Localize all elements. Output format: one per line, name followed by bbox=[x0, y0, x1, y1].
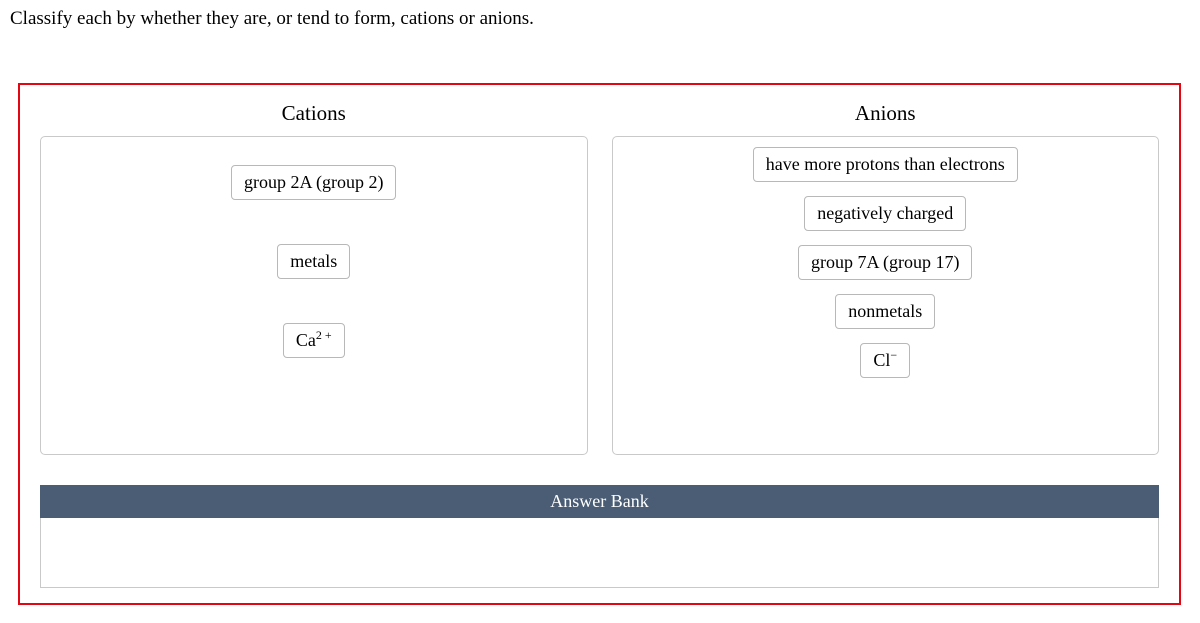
chip-nonmetals[interactable]: nonmetals bbox=[835, 294, 935, 329]
answer-bank-title: Answer Bank bbox=[40, 485, 1159, 518]
cations-title: Cations bbox=[282, 101, 346, 126]
chip-metals[interactable]: metals bbox=[277, 244, 350, 279]
classification-container: Cations group 2A (group 2) metals Ca2 + … bbox=[18, 83, 1181, 605]
anions-column: Anions have more protons than electrons … bbox=[612, 101, 1160, 455]
chip-more-protons[interactable]: have more protons than electrons bbox=[753, 147, 1018, 182]
anions-title: Anions bbox=[855, 101, 916, 126]
cations-dropzone[interactable]: group 2A (group 2) metals Ca2 + bbox=[40, 136, 588, 455]
chip-cl-minus[interactable]: Cl− bbox=[860, 343, 910, 378]
cations-column: Cations group 2A (group 2) metals Ca2 + bbox=[40, 101, 588, 455]
chip-group-7a[interactable]: group 7A (group 17) bbox=[798, 245, 972, 280]
chip-ca2plus[interactable]: Ca2 + bbox=[283, 323, 345, 358]
chip-group-2a[interactable]: group 2A (group 2) bbox=[231, 165, 396, 200]
answer-bank-dropzone[interactable] bbox=[40, 518, 1159, 588]
answer-bank: Answer Bank bbox=[40, 485, 1159, 588]
anions-dropzone[interactable]: have more protons than electrons negativ… bbox=[612, 136, 1160, 455]
chip-negatively-charged[interactable]: negatively charged bbox=[804, 196, 966, 231]
question-prompt: Classify each by whether they are, or te… bbox=[0, 0, 1200, 30]
columns-row: Cations group 2A (group 2) metals Ca2 + … bbox=[20, 85, 1179, 455]
